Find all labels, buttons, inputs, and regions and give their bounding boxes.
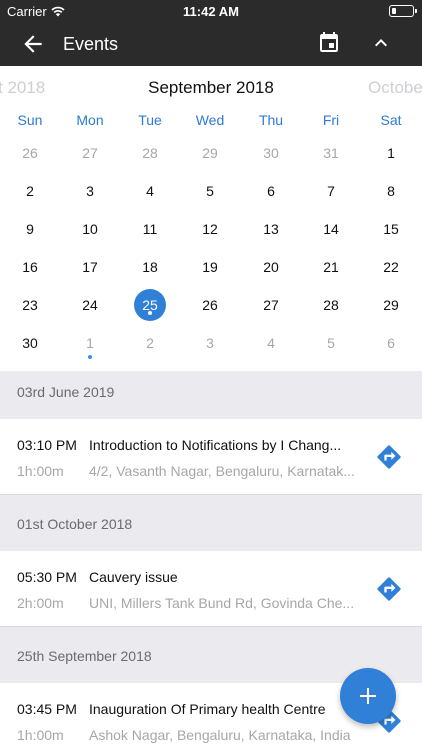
event-time: 03:45 PM: [17, 701, 77, 717]
page-title: Events: [63, 34, 119, 54]
current-month-label: September 2018: [148, 78, 274, 97]
weekday-label: Tue: [138, 112, 162, 128]
weekday-label: Wed: [195, 112, 225, 128]
calendar-day[interactable]: 19: [180, 248, 240, 286]
back-arrow-icon[interactable]: [20, 31, 46, 57]
event-title: Introduction to Notifications by I Chang…: [89, 437, 342, 453]
calendar-day[interactable]: 27: [241, 286, 301, 324]
calendar-icon[interactable]: [317, 31, 341, 55]
calendar-day[interactable]: 31: [301, 134, 361, 172]
event-title: Inauguration Of Primary health Centre: [89, 701, 326, 717]
directions-icon[interactable]: [375, 443, 403, 471]
calendar-day[interactable]: 26: [0, 134, 60, 172]
add-event-button[interactable]: [340, 668, 396, 724]
event-indicator-dot: [88, 355, 92, 359]
calendar-day[interactable]: 8: [361, 172, 421, 210]
month-header: t 2018 September 2018 Octobe: [0, 66, 422, 110]
calendar-day[interactable]: 3: [60, 172, 120, 210]
calendar-day[interactable]: 10: [60, 210, 120, 248]
calendar-day[interactable]: 27: [60, 134, 120, 172]
calendar-day[interactable]: 12: [180, 210, 240, 248]
app-bar: Events: [0, 22, 422, 66]
weekday-label: Mon: [76, 112, 104, 128]
calendar-day-number: 1: [86, 335, 94, 351]
event-location: 4/2, Vasanth Nagar, Bengaluru, Karnatak.…: [89, 463, 355, 479]
calendar-day[interactable]: 6: [361, 324, 421, 362]
event-row[interactable]: 03:10 PM Introduction to Notifications b…: [0, 419, 422, 495]
weekday-label: Sun: [17, 112, 43, 128]
calendar-day[interactable]: 3: [180, 324, 240, 362]
calendar-day[interactable]: 23: [0, 286, 60, 324]
calendar-day[interactable]: 2: [120, 324, 180, 362]
status-time: 11:42 AM: [183, 4, 239, 19]
calendar-day[interactable]: 17: [60, 248, 120, 286]
calendar-day[interactable]: 9: [0, 210, 60, 248]
calendar-day[interactable]: 30: [241, 134, 301, 172]
calendar-day[interactable]: 28: [301, 286, 361, 324]
event-duration: 1h:00m: [17, 463, 64, 479]
calendar-day[interactable]: 24: [60, 286, 120, 324]
weekday-label: Sat: [380, 112, 402, 128]
event-duration: 2h:00m: [17, 595, 64, 611]
event-row[interactable]: 05:30 PM Cauvery issue 2h:00m UNI, Mille…: [0, 551, 422, 627]
calendar-day-with-event[interactable]: 1: [60, 324, 120, 362]
calendar-day[interactable]: 20: [241, 248, 301, 286]
calendar-day[interactable]: 29: [180, 134, 240, 172]
event-duration: 1h:00m: [17, 727, 64, 743]
calendar-day[interactable]: 14: [301, 210, 361, 248]
event-title: Cauvery issue: [89, 569, 178, 585]
battery-icon: [389, 5, 417, 17]
event-indicator-dot: [148, 311, 152, 315]
calendar-day[interactable]: 28: [120, 134, 180, 172]
weekday-header: Sun Mon Tue Wed Thu Fri Sat: [0, 110, 422, 136]
directions-icon[interactable]: [375, 575, 403, 603]
calendar-day[interactable]: 7: [301, 172, 361, 210]
calendar-day[interactable]: 16: [0, 248, 60, 286]
calendar-day[interactable]: 5: [301, 324, 361, 362]
calendar-day[interactable]: 22: [361, 248, 421, 286]
calendar-day[interactable]: 2: [0, 172, 60, 210]
calendar-day[interactable]: 1: [361, 134, 421, 172]
calendar-day[interactable]: 5: [180, 172, 240, 210]
calendar-day[interactable]: 30: [0, 324, 60, 362]
calendar-day[interactable]: 21: [301, 248, 361, 286]
calendar-day[interactable]: 4: [241, 324, 301, 362]
calendar-day[interactable]: 15: [361, 210, 421, 248]
weekday-label: Thu: [258, 112, 284, 128]
calendar-day[interactable]: 29: [361, 286, 421, 324]
calendar-day[interactable]: 13: [241, 210, 301, 248]
calendar-day[interactable]: 6: [241, 172, 301, 210]
status-bar: Carrier 11:42 AM: [0, 0, 422, 22]
event-time: 03:10 PM: [17, 437, 77, 453]
section-header: 01st October 2018: [0, 503, 422, 547]
month-calendar: t 2018 September 2018 Octobe Sun Mon Tue…: [0, 66, 422, 371]
calendar-day-selected[interactable]: 25: [120, 286, 180, 324]
calendar-day[interactable]: 4: [120, 172, 180, 210]
chevron-up-icon[interactable]: [369, 31, 393, 55]
calendar-day[interactable]: 26: [180, 286, 240, 324]
event-location: UNI, Millers Tank Bund Rd, Govinda Che..…: [89, 595, 355, 611]
weekday-label: Fri: [322, 112, 340, 128]
event-time: 05:30 PM: [17, 569, 77, 585]
event-location: Ashok Nagar, Bengaluru, Karnataka, India: [89, 727, 351, 743]
next-month-label[interactable]: Octobe: [368, 78, 422, 98]
calendar-day[interactable]: 11: [120, 210, 180, 248]
section-header: 03rd June 2019: [0, 371, 422, 415]
calendar-day[interactable]: 18: [120, 248, 180, 286]
